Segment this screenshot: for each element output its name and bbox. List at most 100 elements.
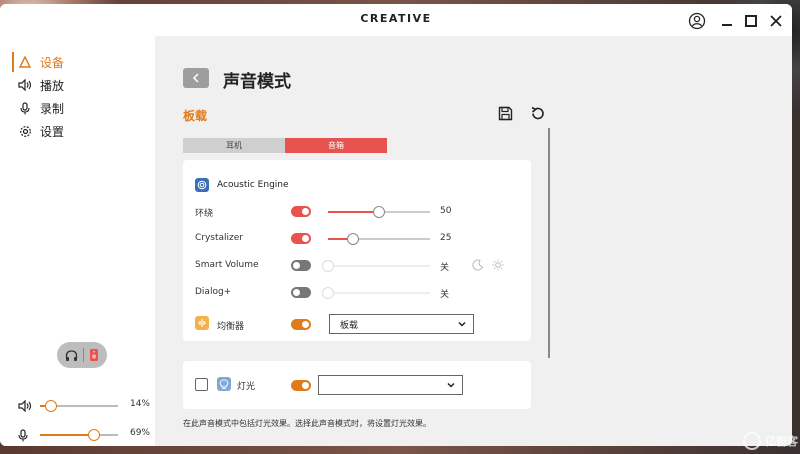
dialog-plus-slider[interactable]: [322, 287, 430, 299]
watermark-logo-icon: [743, 432, 761, 450]
app-window: CREATIVE 设备 播放 录制 设置 14% 69% 声音模式 板载 耳机 …: [0, 4, 792, 446]
chevron-down-icon: [447, 382, 455, 388]
sun-icon[interactable]: [491, 258, 505, 272]
watermark-text: 亿智客: [765, 435, 798, 448]
title-bar: CREATIVE: [0, 4, 792, 36]
mic-icon: [18, 428, 28, 442]
dialog-plus-row: Dialog+ 关: [195, 285, 525, 301]
smart-volume-label: Smart Volume: [195, 260, 259, 270]
sidebar-item-label: 设置: [40, 124, 65, 139]
crystalizer-knob[interactable]: [347, 233, 359, 245]
gear-icon: [18, 124, 32, 138]
sidebar-item-label: 设备: [40, 55, 65, 70]
record-volume-row: 69%: [18, 426, 150, 444]
tab-headphones[interactable]: 耳机: [183, 138, 285, 153]
smart-volume-value: 关: [440, 263, 450, 273]
surround-knob[interactable]: [373, 206, 385, 218]
output-tabs: 耳机 音箱: [183, 138, 387, 153]
surround-label: 环绕: [195, 209, 214, 219]
lighting-footnote: 在此声音模式中包括灯光效果。选择此声音模式时，将设置灯光效果。: [183, 419, 431, 428]
sidebar-item-record[interactable]: 录制: [18, 99, 64, 117]
acoustic-engine-icon: [195, 178, 209, 192]
acoustic-engine-card: Acoustic Engine 环绕 50 Crystalizer 25 Sma…: [183, 160, 531, 341]
lightbulb-icon: [217, 377, 231, 391]
equalizer-icon: [195, 316, 209, 330]
lighting-label: 灯光: [237, 382, 256, 392]
toggle-dot: [302, 321, 309, 328]
record-volume-knob[interactable]: [88, 429, 100, 441]
device-icon: [18, 55, 32, 69]
dialog-plus-value: 关: [440, 290, 450, 300]
playback-volume-row: 14%: [18, 397, 150, 415]
tab-speakers[interactable]: 音箱: [285, 138, 387, 153]
speaker-icon: [18, 400, 32, 412]
sidebar-item-settings[interactable]: 设置: [18, 122, 64, 140]
watermark: 亿智客: [743, 432, 798, 450]
lighting-checkbox[interactable]: [195, 378, 208, 391]
equalizer-row: 均衡器 板载: [195, 314, 525, 334]
surround-toggle[interactable]: [291, 206, 311, 217]
acoustic-engine-label: Acoustic Engine: [217, 180, 289, 190]
reset-icon[interactable]: [528, 104, 546, 122]
record-volume-slider[interactable]: [40, 429, 118, 441]
crystalizer-label: Crystalizer: [195, 233, 244, 243]
speaker-device-icon[interactable]: [89, 348, 99, 362]
preset-name: 板载: [183, 109, 208, 123]
output-device-toggle[interactable]: [57, 342, 107, 368]
dialog-plus-toggle[interactable]: [291, 287, 311, 298]
equalizer-select[interactable]: 板载: [329, 314, 474, 334]
record-volume-fill: [40, 434, 94, 436]
mic-icon: [18, 101, 32, 115]
page-title: 声音模式: [223, 72, 291, 92]
toggle-dot: [302, 208, 309, 215]
lighting-select[interactable]: [318, 375, 463, 395]
smart-volume-slider[interactable]: [322, 260, 430, 272]
surround-value: 50: [440, 206, 452, 216]
minimize-icon[interactable]: [716, 10, 738, 32]
sidebar: 设备 播放 录制 设置 14% 69%: [0, 36, 155, 446]
chevron-down-icon: [458, 321, 466, 327]
brand-logo: CREATIVE: [360, 12, 432, 25]
acoustic-engine-header: Acoustic Engine: [195, 178, 289, 192]
divider: [82, 348, 84, 362]
toggle-dot: [293, 262, 300, 269]
dialog-plus-knob[interactable]: [322, 287, 334, 299]
close-icon[interactable]: [765, 10, 787, 32]
playback-volume-value: 14%: [129, 399, 150, 409]
lighting-card: 灯光: [183, 361, 531, 409]
sidebar-item-device[interactable]: 设备: [18, 53, 64, 71]
user-icon[interactable]: [686, 10, 708, 32]
toggle-dot: [302, 235, 309, 242]
playback-volume-slider[interactable]: [40, 400, 118, 412]
toggle-dot: [302, 382, 309, 389]
sidebar-item-playback[interactable]: 播放: [18, 76, 64, 94]
surround-row: 环绕 50: [195, 204, 525, 220]
equalizer-select-value: 板载: [340, 320, 359, 331]
scrollbar[interactable]: [548, 128, 550, 358]
save-icon[interactable]: [496, 104, 514, 122]
crystalizer-toggle[interactable]: [291, 233, 311, 244]
sidebar-item-label: 录制: [40, 101, 65, 116]
lighting-toggle[interactable]: [291, 380, 311, 391]
record-volume-value: 69%: [129, 428, 150, 438]
surround-slider[interactable]: [328, 206, 430, 218]
headphones-icon[interactable]: [65, 349, 78, 362]
nav-active-indicator: [12, 52, 14, 72]
playback-volume-knob[interactable]: [45, 400, 57, 412]
speaker-icon: [18, 78, 32, 92]
crystalizer-row: Crystalizer 25: [195, 231, 525, 247]
dialog-plus-label: Dialog+: [195, 287, 232, 297]
crystalizer-value: 25: [440, 233, 452, 243]
equalizer-toggle[interactable]: [291, 319, 311, 330]
maximize-icon[interactable]: [740, 10, 762, 32]
main-content: 声音模式 板载 耳机 音箱 Acoustic Engine 环绕 50 Crys…: [155, 36, 792, 446]
equalizer-label: 均衡器: [217, 322, 245, 332]
back-button[interactable]: [183, 68, 209, 88]
smart-volume-row: Smart Volume 关: [195, 258, 525, 274]
smart-volume-toggle[interactable]: [291, 260, 311, 271]
smart-volume-knob[interactable]: [322, 260, 334, 272]
moon-icon[interactable]: [471, 258, 485, 272]
toggle-dot: [293, 289, 300, 296]
crystalizer-slider[interactable]: [328, 233, 430, 245]
surround-fill: [328, 211, 379, 213]
